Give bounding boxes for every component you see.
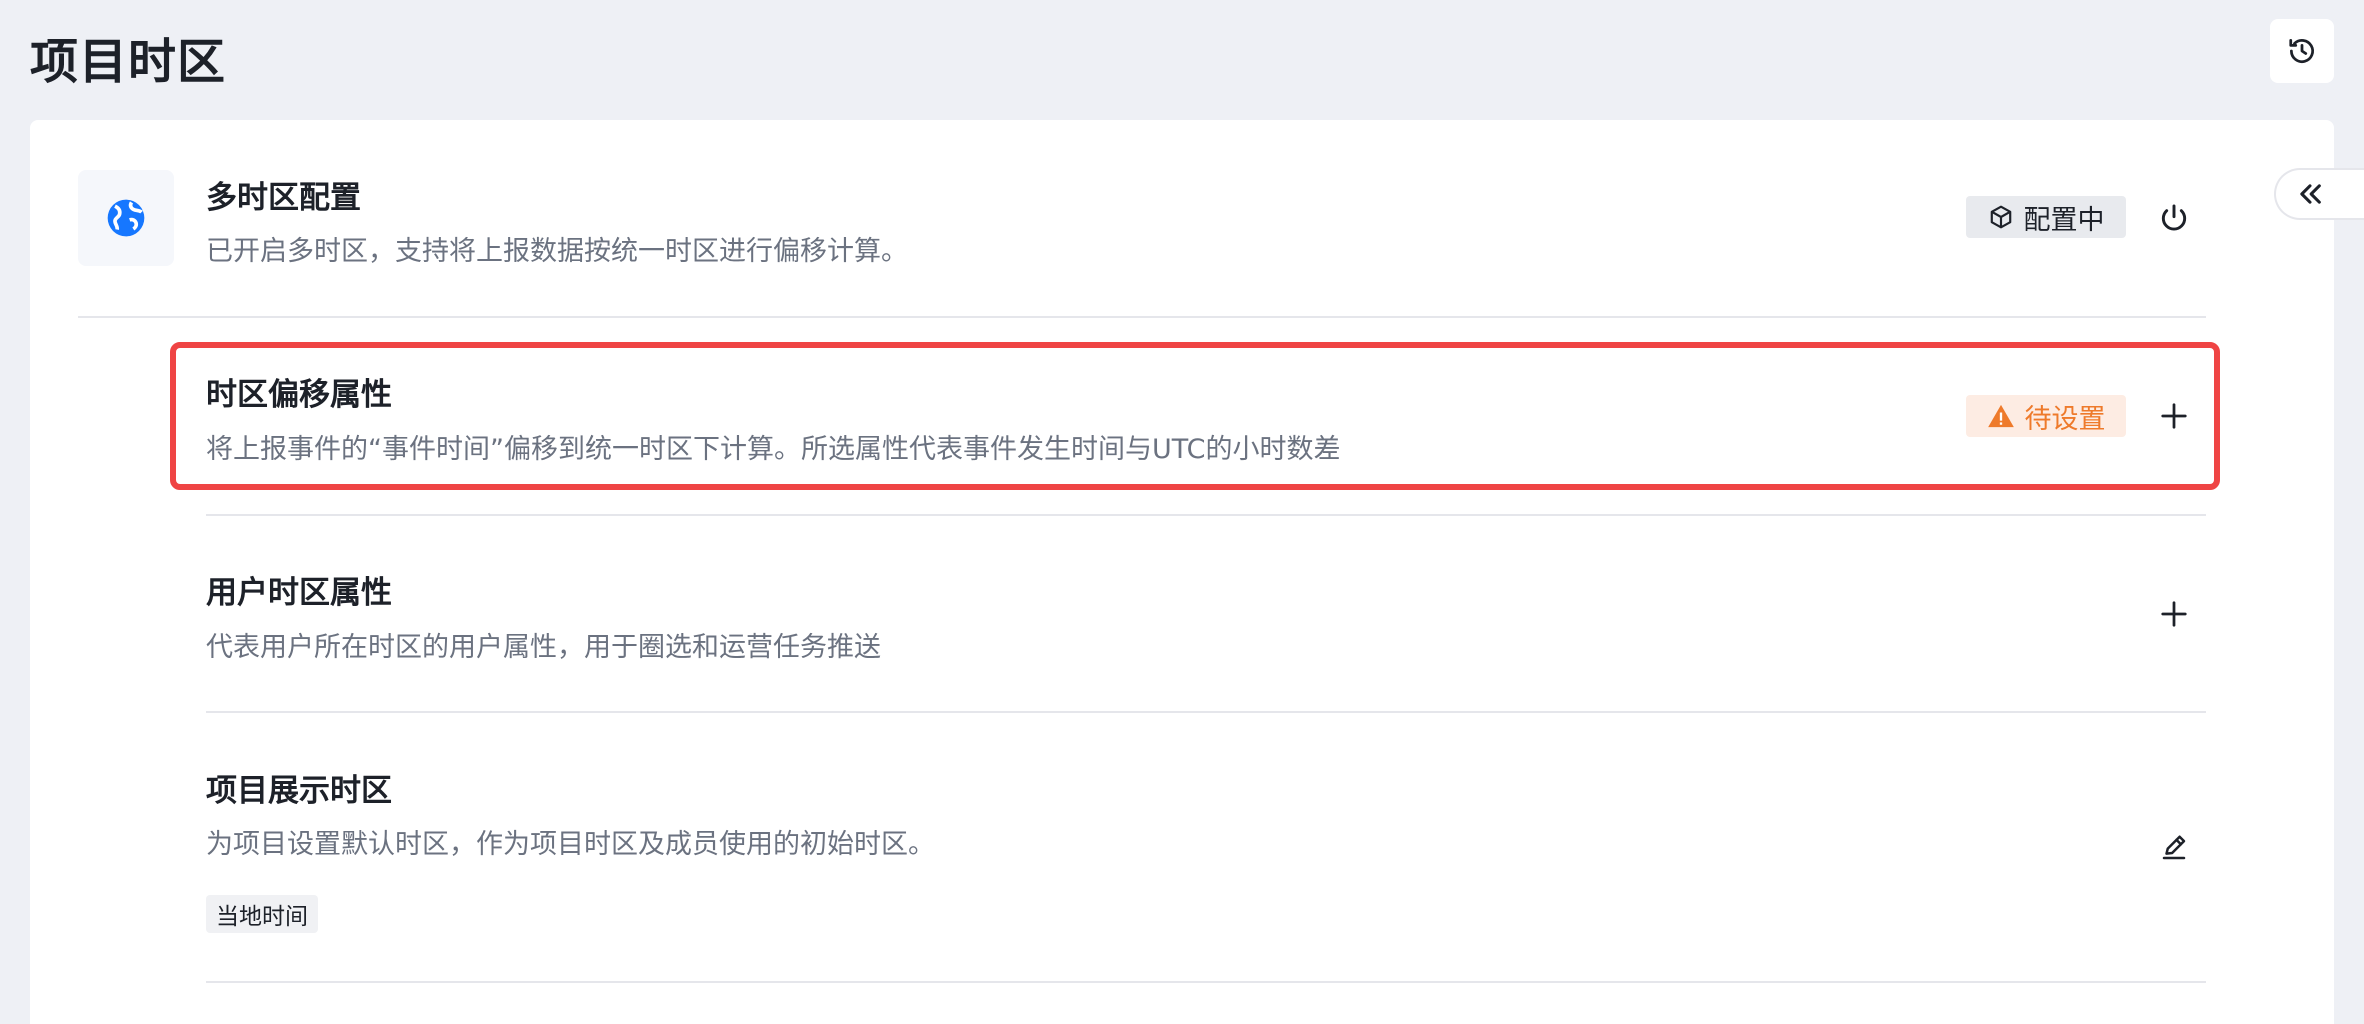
history-icon (2289, 39, 2314, 63)
timezone-tag: 当地时间 (206, 895, 318, 933)
cube-icon (1990, 205, 2011, 229)
divider (78, 316, 2206, 318)
power-toggle-button[interactable] (2152, 196, 2196, 240)
double-chevron-left-icon (2300, 184, 2321, 204)
globe-icon-tile (78, 170, 174, 266)
divider (206, 514, 2206, 516)
user-timezone-description: 代表用户所在时区的用户属性，用于圈选和运营任务推送 (206, 632, 881, 663)
add-user-timezone-button[interactable] (2152, 592, 2196, 636)
display-timezone-title: 项目展示时区 (206, 773, 392, 809)
divider (206, 981, 2206, 983)
pending-status-badge: 待设置 (1966, 395, 2126, 437)
user-timezone-title: 用户时区属性 (206, 575, 392, 611)
plus-icon (2161, 601, 2187, 627)
config-status-label: 配置中 (2023, 204, 2105, 236)
multi-timezone-title: 多时区配置 (206, 180, 361, 216)
power-icon (2161, 204, 2187, 231)
config-status-badge: 配置中 (1966, 196, 2126, 238)
multi-timezone-description: 已开启多时区，支持将上报数据按统一时区进行偏移计算。 (206, 236, 908, 267)
history-button[interactable] (2270, 19, 2334, 83)
edit-icon (2162, 835, 2186, 860)
offset-property-title: 时区偏移属性 (206, 377, 392, 413)
plus-icon (2161, 403, 2187, 429)
offset-property-description: 将上报事件的“事件时间”偏移到统一时区下计算。所选属性代表事件发生时间与UTC的… (206, 434, 1341, 465)
edit-display-timezone-button[interactable] (2152, 826, 2196, 870)
add-offset-property-button[interactable] (2152, 394, 2196, 438)
page-title: 项目时区 (30, 34, 227, 90)
divider (206, 711, 2206, 713)
warning-icon (1987, 404, 2014, 428)
globe-icon (107, 199, 145, 237)
display-timezone-description: 为项目设置默认时区，作为项目时区及成员使用的初始时区。 (206, 829, 935, 860)
pending-status-label: 待设置 (2024, 403, 2106, 435)
collapse-panel-button[interactable] (2274, 168, 2364, 220)
